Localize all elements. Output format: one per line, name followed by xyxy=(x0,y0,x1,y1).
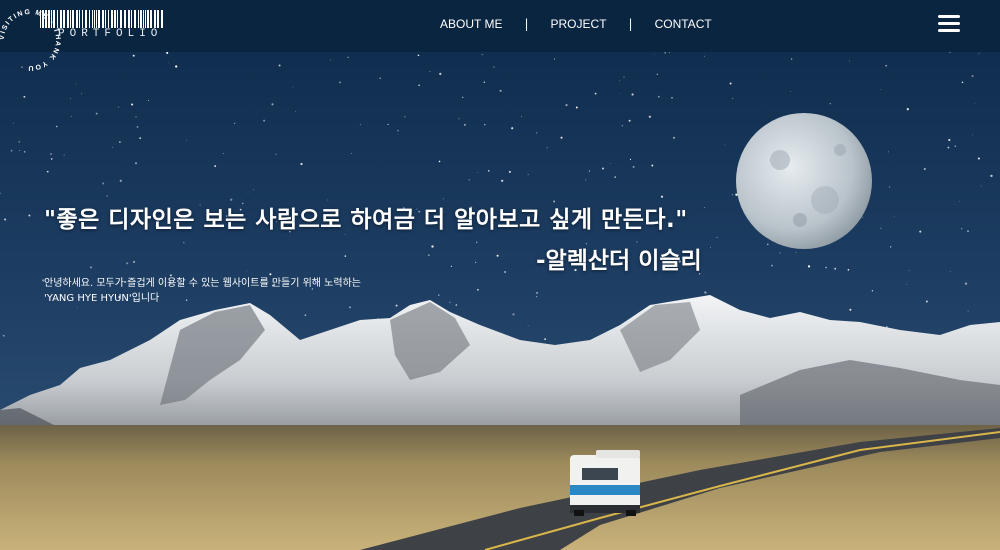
hero-intro: 안녕하세요. 모두가 즐겁게 이용할 수 있는 웹사이트를 만들기 위해 노력하… xyxy=(44,276,404,306)
site-header: VISITING ME · THANK YOU · PORTFOLIO ABOU… xyxy=(0,0,1000,71)
intro-line: 안녕하세요. 모두가 즐겁게 이용할 수 있는 웹사이트를 만들기 위해 노력하… xyxy=(44,278,361,289)
intro-line: 'YANG HYE HYUN'입니다 xyxy=(44,293,160,304)
logo[interactable]: VISITING ME · THANK YOU · PORTFOLIO xyxy=(0,0,180,80)
moon xyxy=(736,113,872,249)
camper-van xyxy=(570,450,640,516)
hero-quote-author: -알렉산더 이슬리 xyxy=(536,248,702,274)
logo-text: PORTFOLIO xyxy=(58,28,163,40)
nav-contact[interactable]: CONTACT xyxy=(655,17,712,31)
hero-background xyxy=(0,0,1000,550)
nav-separator: | xyxy=(524,17,529,31)
barcode-icon xyxy=(40,10,163,28)
nav-about-me[interactable]: ABOUT ME xyxy=(440,17,502,31)
nav-project[interactable]: PROJECT xyxy=(551,17,607,31)
main-nav: ABOUT ME | PROJECT | CONTACT xyxy=(440,17,712,31)
nav-separator: | xyxy=(628,17,633,31)
hero-quote: "좋은 디자인은 보는 사람으로 하여금 더 알아보고 싶게 만든다." xyxy=(44,207,688,233)
menu-icon[interactable] xyxy=(938,15,960,33)
